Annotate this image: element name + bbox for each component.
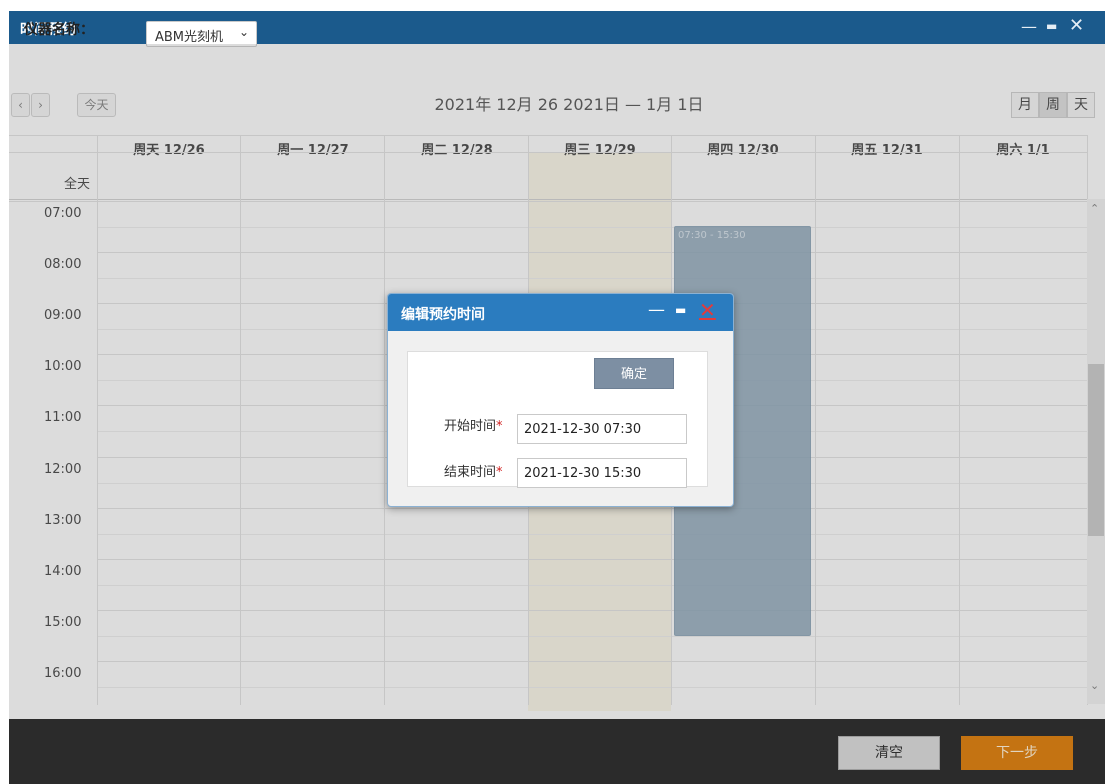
start-time-label-text: 开始时间 [444,419,497,434]
start-time-label: 开始时间* [444,415,503,434]
end-time-input[interactable]: 2021-12-30 15:30 [517,458,687,488]
modal-overlay-footer [9,719,1105,784]
booking-window: 时间预约 — ▬ ✕ 仪器名称： ABM光刻机 ⌄ ‹ › 今天 2021年 1… [9,11,1105,784]
required-mark: * [496,465,503,480]
dialog-close-icon[interactable]: ✕ [699,298,716,322]
window-maximize-icon[interactable]: ▬ [1046,19,1057,33]
confirm-button[interactable]: 确定 [594,358,674,389]
start-time-input[interactable]: 2021-12-30 07:30 [517,414,687,444]
end-time-label-text: 结束时间 [444,465,497,480]
dialog-title: 编辑预约时间 [401,307,485,323]
window-minimize-icon[interactable]: — [1021,17,1037,36]
edit-booking-dialog: 编辑预约时间 — ▬ ✕ 确定 开始时间* 2021-12-30 07:30 结… [387,293,734,507]
chevron-down-icon: ⌄ [238,25,249,39]
end-time-label: 结束时间* [444,461,503,480]
window-close-icon[interactable]: ✕ [1069,15,1084,36]
dialog-minimize-icon[interactable]: — [648,300,665,320]
instrument-select-value: ABM光刻机 [155,30,224,45]
dialog-titlebar: 编辑预约时间 — ▬ ✕ [388,294,733,331]
dialog-maximize-icon[interactable]: ▬ [675,303,686,317]
instrument-label: 仪器名称： [24,22,94,38]
required-mark: * [496,419,503,434]
